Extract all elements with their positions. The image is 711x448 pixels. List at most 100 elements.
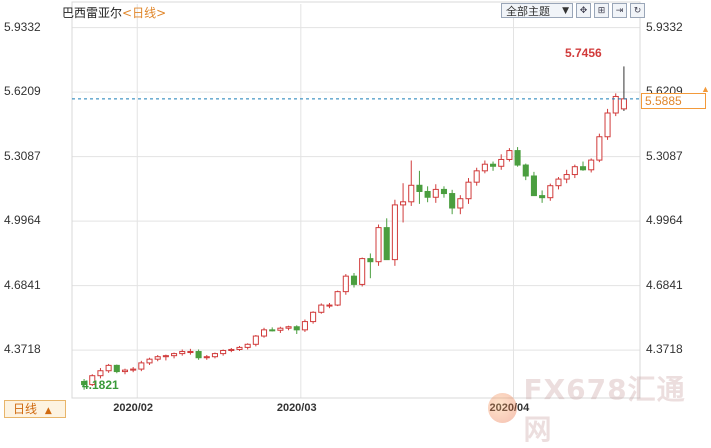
chart-title: 巴西雷亚尔<日线> [62, 4, 166, 21]
y-tick-label-left: 5.3087 [4, 148, 41, 163]
candle-up [465, 181, 472, 200]
candle-up [506, 150, 513, 160]
refresh-icon[interactable]: ↻ [630, 3, 645, 18]
candle-up [563, 174, 570, 180]
candle-down [539, 195, 546, 199]
y-tick-label-right: 4.9964 [646, 213, 683, 228]
candle-up [277, 327, 284, 331]
high-annotation: 5.7456 [565, 46, 602, 60]
candle-down [350, 275, 358, 285]
candle-up [121, 369, 129, 373]
y-tick-label-left: 4.9964 [4, 213, 41, 228]
candle-up [547, 185, 554, 199]
candle-down [490, 163, 497, 167]
candle-up [326, 304, 333, 307]
price-chart [71, 1, 641, 399]
candle-up [260, 329, 268, 337]
candle-up [555, 178, 562, 187]
candle-up [97, 370, 104, 377]
y-tick-label-left: 5.9332 [4, 19, 41, 34]
candle-up [481, 163, 488, 172]
candle-up [228, 348, 235, 351]
candle-down [449, 193, 456, 209]
candle-series [81, 66, 627, 390]
candle-down [514, 150, 521, 166]
candle-up [596, 136, 603, 161]
candle-up [105, 364, 112, 372]
y-tick-label-left: 4.3718 [4, 342, 41, 357]
period-label[interactable]: <日线> [122, 6, 166, 20]
candle-up [203, 356, 210, 359]
candle-up [211, 353, 218, 358]
candle-up [179, 351, 186, 355]
candle-up [334, 291, 341, 306]
period-tab[interactable]: 日线 ▲ [4, 400, 66, 418]
y-tick-label-right: 4.6841 [646, 277, 683, 292]
candle-up [391, 204, 398, 261]
candle-up [162, 355, 169, 358]
candle-down [522, 164, 529, 177]
candle-up [473, 170, 480, 183]
candle-up [400, 201, 407, 206]
last-price-badge: 5.5885 [641, 93, 706, 109]
theme-select[interactable]: 全部主题 ▼ [501, 3, 573, 18]
candle-up [130, 368, 137, 371]
candle-up [375, 227, 382, 263]
candle-up [310, 311, 317, 323]
candle-up [138, 362, 145, 370]
plot-frame [71, 1, 641, 399]
low-annotation: 4.1821 [82, 378, 119, 392]
candle-up [187, 351, 194, 354]
fullscreen-icon[interactable]: ✥ [576, 3, 591, 18]
candle-up [604, 112, 611, 138]
candle-down [424, 190, 431, 198]
candle-down [383, 227, 390, 261]
candle-up [408, 184, 415, 203]
candle-up [146, 358, 153, 364]
chart-toolbar: 全部主题 ▼ ✥ ⊞ ⇥ ↻ [501, 3, 645, 18]
candle-down [440, 188, 448, 195]
triangle-up-icon: ▲ [44, 406, 52, 416]
y-tick-label-left: 5.6209 [4, 84, 41, 99]
grid-lines [71, 1, 641, 399]
zoom-in-icon[interactable]: ⊞ [594, 3, 609, 18]
candle-up [359, 258, 366, 285]
y-tick-label-right: 4.3718 [646, 342, 683, 357]
candle-down [293, 326, 300, 331]
symbol-label: 巴西雷亚尔 [62, 6, 123, 20]
x-tick-label: 2020/02 [113, 402, 154, 414]
candle-down [367, 258, 374, 263]
theme-select-label: 全部主题 [506, 5, 550, 18]
candle-up [220, 350, 227, 355]
candle-up [285, 326, 292, 329]
y-tick-label-right: 5.9332 [646, 19, 683, 34]
candle-up [236, 346, 243, 350]
watermark: FX678汇通网 [488, 368, 711, 448]
candle-down [579, 166, 587, 171]
candle-up [318, 304, 325, 313]
y-tick-label-right: 5.3087 [646, 148, 683, 163]
x-tick-label: 2020/03 [276, 402, 317, 414]
candle-up [171, 353, 178, 357]
period-tab-label: 日线 [13, 402, 38, 416]
candle-down [195, 351, 202, 359]
candle-up [457, 198, 464, 209]
watermark-text: FX678汇通网 [523, 373, 686, 446]
candle-up [498, 158, 505, 167]
chevron-down-icon: ▼ [562, 6, 569, 16]
go-end-icon[interactable]: ⇥ [612, 3, 627, 18]
candle-down [416, 184, 423, 192]
y-tick-label-left: 4.6841 [4, 277, 41, 292]
candle-up [252, 335, 259, 345]
candle-down [113, 364, 120, 373]
candle-up [244, 343, 251, 348]
candle-down [530, 175, 537, 197]
candle-up [432, 188, 439, 198]
candle-up [154, 356, 161, 360]
candle-down [269, 329, 276, 332]
fx678-logo-icon [488, 393, 518, 423]
candle-up [588, 159, 595, 171]
candle-up [620, 98, 627, 110]
candle-up [301, 321, 308, 331]
candle-up [342, 275, 349, 293]
